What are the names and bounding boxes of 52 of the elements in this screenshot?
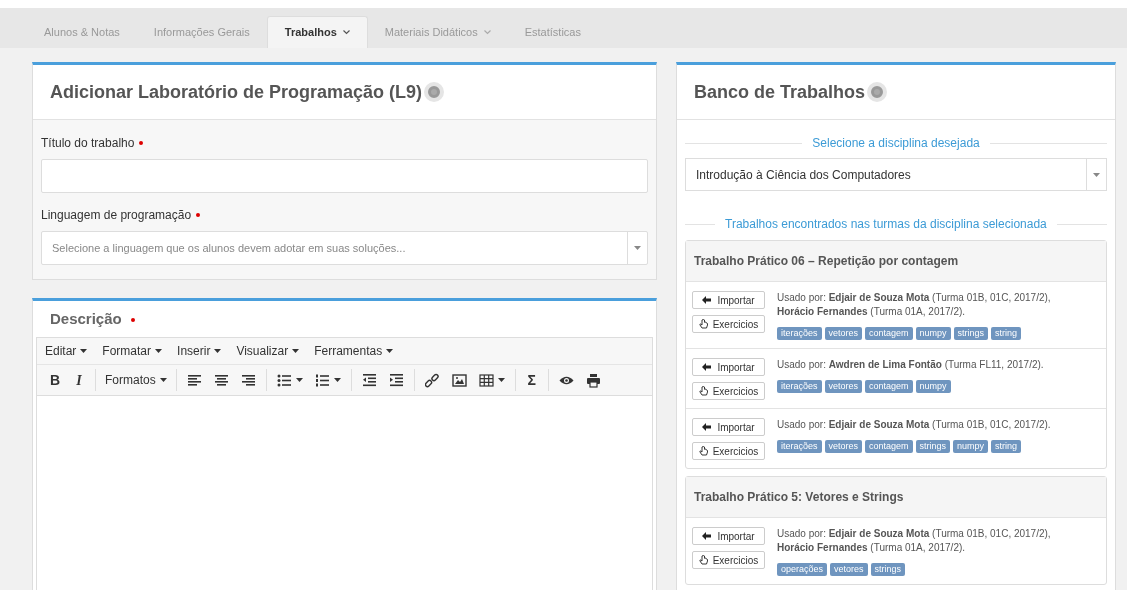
- menu-item[interactable]: Formatar: [102, 342, 163, 360]
- tag: string: [991, 327, 1022, 340]
- menu-item[interactable]: Visualizar: [236, 342, 300, 360]
- tag: vetores: [830, 563, 868, 576]
- usage-text: Usado por: Edjair de Souza Mota (Turma 01B, 01C, 2017/2).: [777, 418, 1052, 432]
- tag: numpy: [953, 440, 989, 453]
- tag: numpy: [915, 380, 951, 393]
- menu-item[interactable]: Editar: [45, 342, 88, 360]
- tag: vetores: [824, 327, 863, 340]
- format-button[interactable]: I: [67, 368, 91, 392]
- field-label: Linguagem de programação: [41, 207, 192, 224]
- import-button[interactable]: Importar: [692, 358, 765, 376]
- tag: strings: [870, 563, 906, 576]
- exercises-button[interactable]: Exercicios: [692, 315, 765, 333]
- work-title: Trabalho Prático 06 – Repetição por contagem: [694, 253, 959, 270]
- exercises-button[interactable]: Exercicios: [692, 551, 765, 569]
- work-title: Trabalho Prático 5: Vetores e Strings: [694, 489, 904, 506]
- tag: string: [991, 440, 1022, 453]
- tag: contagem: [865, 440, 913, 453]
- tag: contagem: [865, 380, 913, 393]
- tag: iterações: [777, 440, 822, 453]
- tag: vetores: [824, 380, 863, 393]
- section-heading: Trabalhos encontrados nas turmas da disciplina selecionada: [725, 216, 1047, 233]
- menu-item[interactable]: Ferramentas: [314, 342, 394, 360]
- section-title: Descrição: [50, 308, 122, 329]
- usage-text: Usado por: Edjair de Souza Mota (Turma 01B, 01C, 2017/2), Horácio Fernandes (Turma 01A, 2017/2).: [777, 527, 1052, 555]
- menu-item[interactable]: Inserir: [177, 342, 222, 360]
- exercises-button[interactable]: Exercicios: [692, 442, 765, 460]
- panel-title: Banco de Trabalhos: [694, 80, 866, 104]
- usage-text: Usado por: Awdren de Lima Fontão (Turma FL11, 2017/2).: [777, 358, 1045, 372]
- discipline-select[interactable]: Introdução à Ciência dos Computadores: [685, 158, 1107, 191]
- exercises-button[interactable]: Exercicios: [692, 382, 765, 400]
- tag: iterações: [777, 380, 822, 393]
- tag: strings: [953, 327, 989, 340]
- import-button[interactable]: Importar: [692, 291, 765, 309]
- field-label: Título do trabalho: [41, 135, 135, 152]
- section-heading: Selecione a disciplina desejada: [812, 135, 980, 152]
- tag: numpy: [915, 327, 951, 340]
- formats-dropdown[interactable]: Formatos: [100, 368, 172, 392]
- panel-title: Adicionar Laboratório de Programação (L9): [50, 80, 423, 104]
- format-button[interactable]: Σ: [519, 368, 544, 392]
- tag: vetores: [824, 440, 863, 453]
- tag: strings: [915, 440, 951, 453]
- import-button[interactable]: Importar: [692, 418, 765, 436]
- nav-tab[interactable]: Trabalhos: [266, 16, 368, 48]
- format-button[interactable]: B: [43, 368, 67, 392]
- tag: iterações: [777, 327, 822, 340]
- tag: contagem: [865, 327, 913, 340]
- import-button[interactable]: Importar: [692, 527, 765, 545]
- tag: operações: [777, 563, 828, 576]
- usage-text: Usado por: Edjair de Souza Mota (Turma 01B, 01C, 2017/2), Horácio Fernandes (Turma 01A, 2017/2).: [777, 291, 1052, 319]
- language-select[interactable]: Selecione a linguagem que os alunos devem adotar em suas soluções...: [41, 231, 648, 265]
